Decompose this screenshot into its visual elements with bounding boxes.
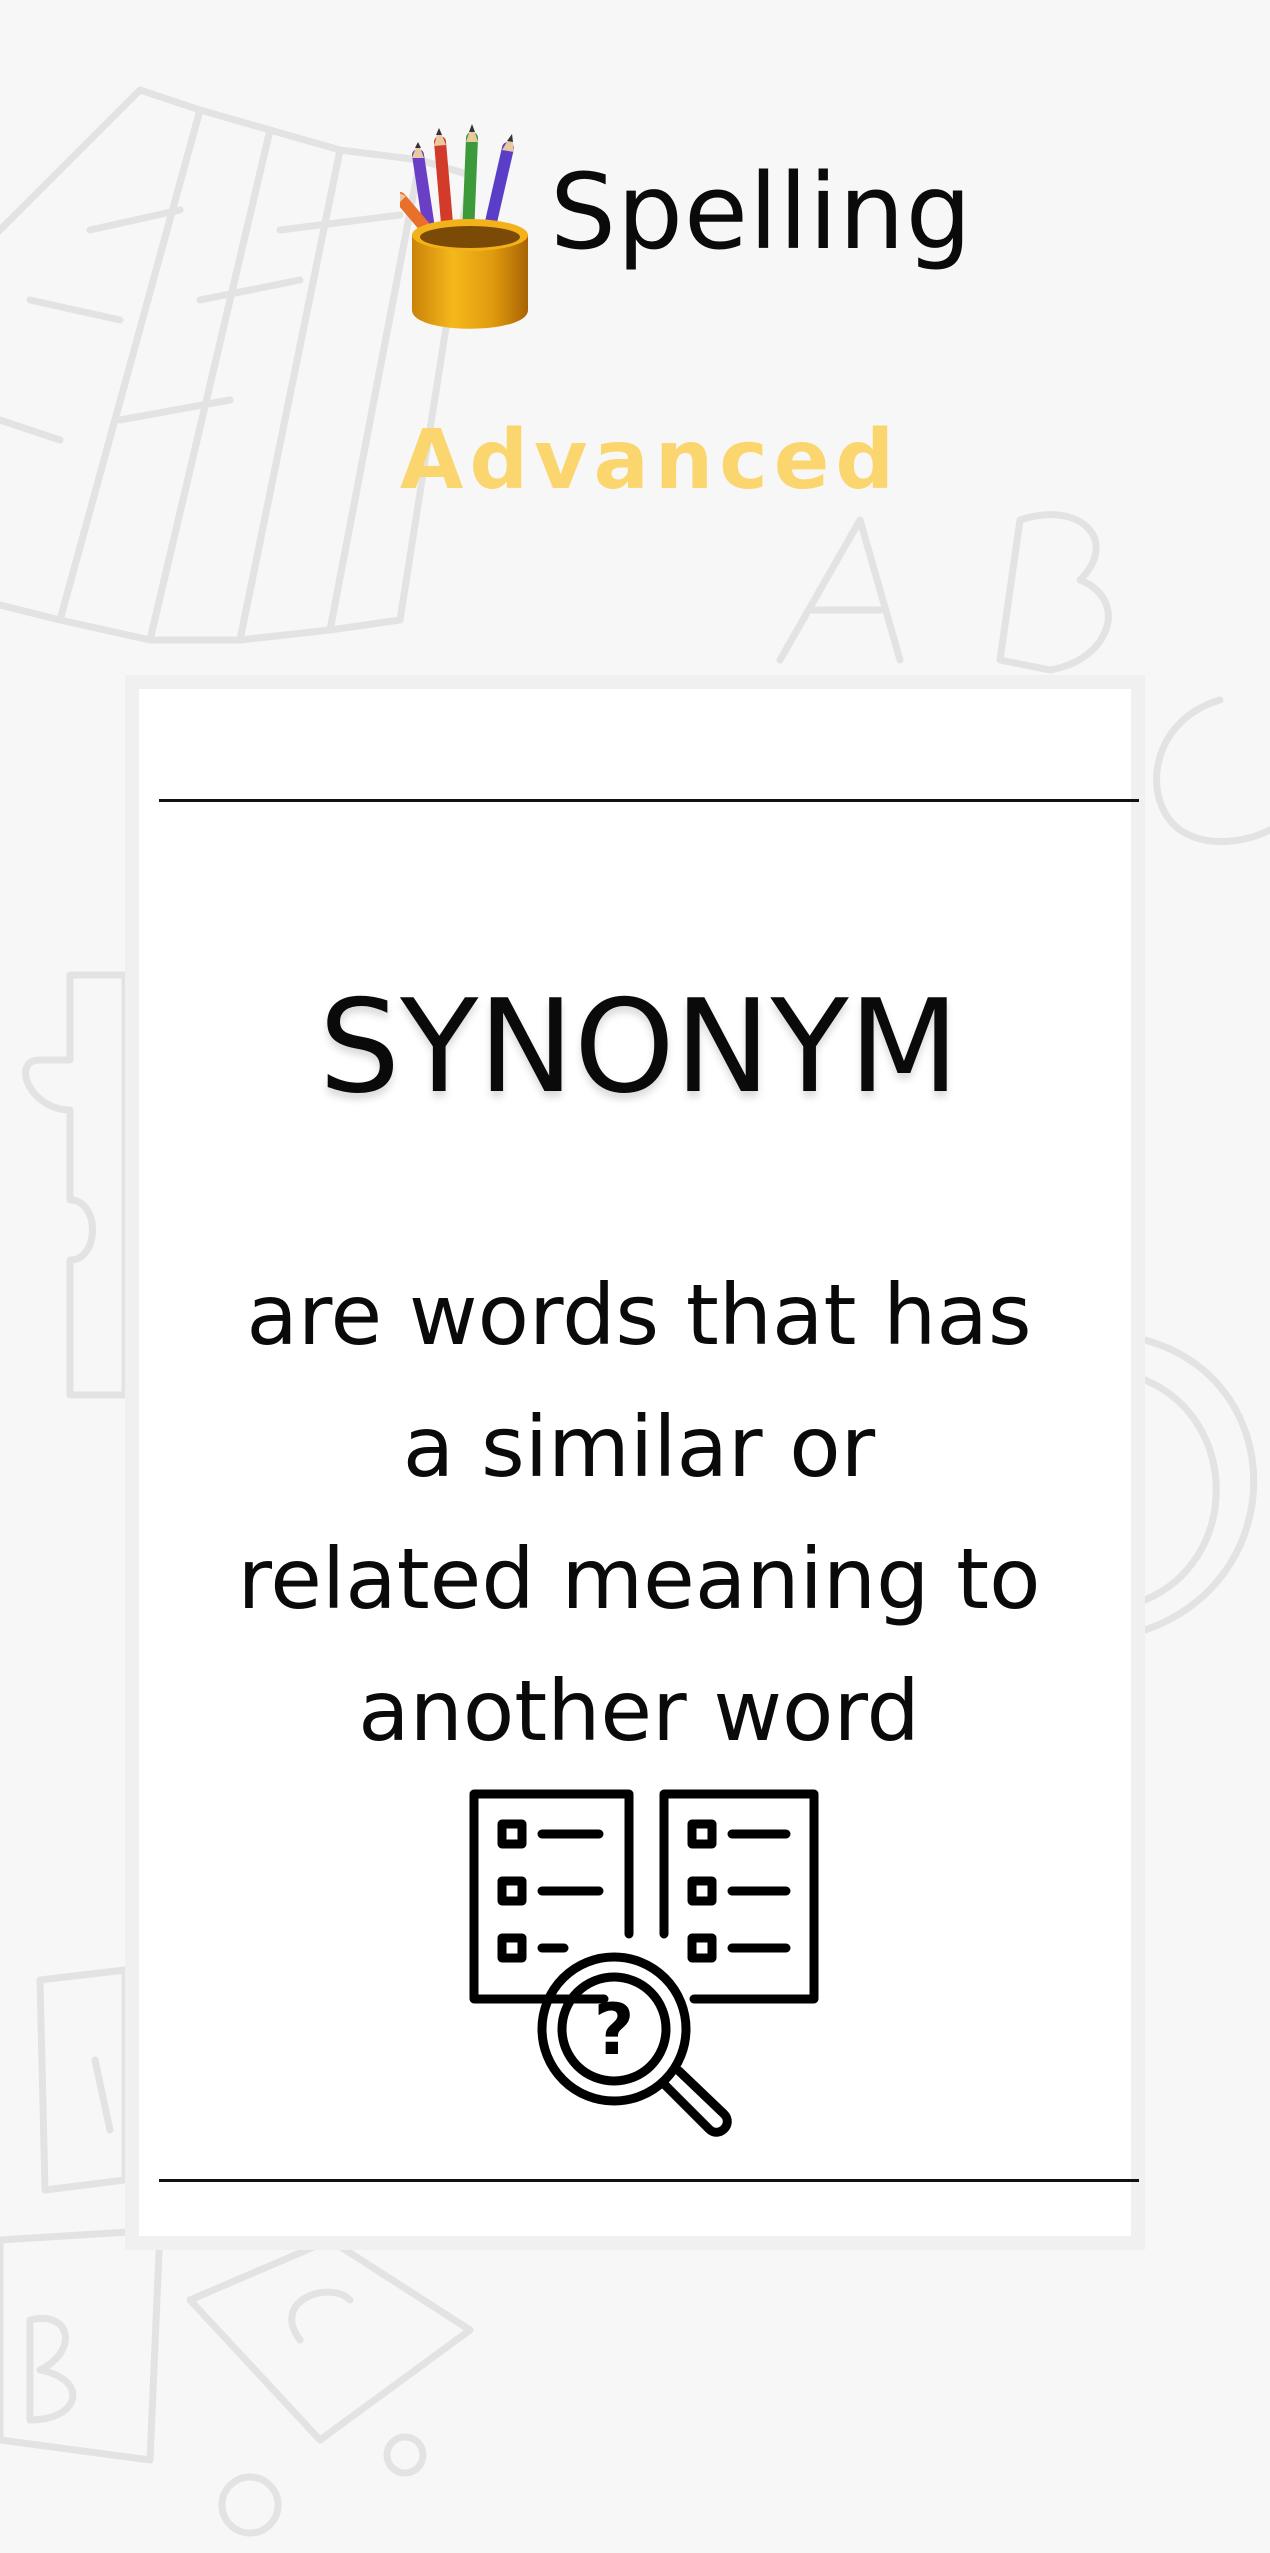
definition-card: SYNONYM are words that has a similar or …: [125, 675, 1145, 2250]
definition-line: a similar or: [402, 1398, 876, 1496]
header: Spelling Advanced: [0, 0, 1270, 640]
definition-line: are words that has: [246, 1266, 1032, 1364]
circle-doodle: [1141, 1336, 1258, 1634]
top-divider: [159, 799, 1139, 802]
bottom-divider: [159, 2179, 1139, 2182]
puzzle-doodle: [22, 971, 129, 1399]
definition-line: another word: [358, 1662, 920, 1760]
definition-line: related meaning to: [237, 1530, 1041, 1628]
app-title: Spelling: [550, 151, 973, 273]
definition-text: are words that has a similar or related …: [199, 1249, 1079, 1777]
term-heading: SYNONYM: [318, 973, 960, 1122]
pencil-cup-icon: [400, 124, 528, 329]
documents-search-question-icon: ?: [469, 1789, 819, 2137]
level-label: Advanced: [399, 413, 901, 508]
svg-text:?: ?: [594, 1989, 635, 2071]
